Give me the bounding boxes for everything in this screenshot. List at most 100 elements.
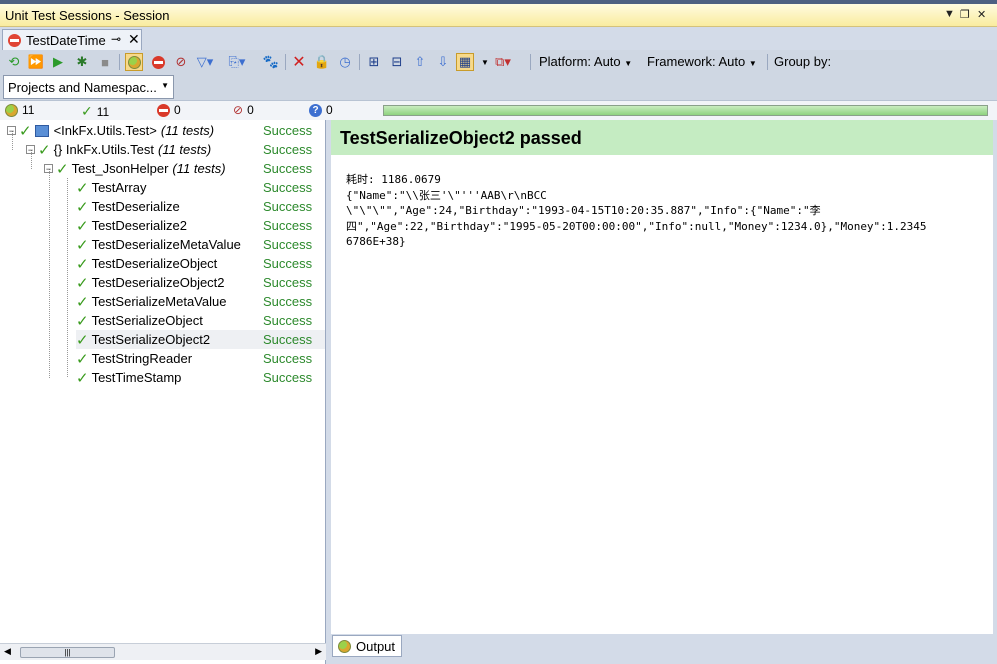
next-icon[interactable]: ⇩: [434, 53, 452, 71]
check-icon: ✓: [76, 350, 89, 368]
status-text: Success: [263, 332, 313, 347]
check-icon: ✓: [19, 122, 32, 140]
remove-icon[interactable]: ✕: [290, 53, 308, 71]
scroll-right-icon[interactable]: ▶: [315, 646, 322, 657]
stop-status-icon: [8, 34, 21, 47]
total-count[interactable]: 11: [5, 103, 34, 117]
status-text: Success: [263, 180, 313, 195]
clock-icon[interactable]: ◷: [336, 53, 354, 71]
tree-row-namespace[interactable]: − ✓ {} InkFx.Utils.Test (11 tests): [26, 140, 211, 159]
ignored-count[interactable]: ⊘ 0: [233, 103, 254, 117]
refresh-icon[interactable]: ⟲: [5, 53, 23, 71]
tree-row-test[interactable]: ✓ TestSerializeMetaValue: [76, 292, 226, 311]
check-icon: ✓: [76, 369, 89, 387]
status-text: Success: [263, 123, 313, 138]
layout-icon[interactable]: ▦: [456, 53, 474, 71]
failed-value: 0: [174, 103, 181, 117]
result-header: TestSerializeObject2 passed: [331, 120, 993, 155]
tree-row-test[interactable]: ✓ TestDeserialize: [76, 197, 180, 216]
collapse-icon[interactable]: −: [7, 126, 16, 136]
check-icon: ✓: [76, 179, 89, 197]
stop-icon[interactable]: ■: [96, 53, 114, 71]
show-all-icon[interactable]: [125, 53, 143, 71]
unknown-value: 0: [326, 103, 333, 117]
tree-row-class[interactable]: − ✓ Test_JsonHelper (11 tests): [44, 159, 226, 178]
tree-label: TestDeserializeMetaValue: [91, 237, 241, 252]
output-icon: [338, 640, 351, 653]
tree-row-test[interactable]: ✓ TestStringReader: [76, 349, 192, 368]
check-icon: ✓: [56, 160, 69, 178]
output-tab-bar: Output: [331, 634, 993, 660]
tree-row-test[interactable]: ✓ TestArray: [76, 178, 146, 197]
window-menu-icon[interactable]: ▼: [944, 8, 955, 20]
check-icon: ✓: [76, 293, 89, 311]
toolbar-separator: [285, 54, 286, 70]
tree-row-test[interactable]: ✓ TestDeserialize2: [76, 216, 187, 235]
horizontal-scrollbar[interactable]: ◀ ||| ▶: [0, 643, 326, 660]
export-icon[interactable]: ⎘▾: [228, 53, 246, 71]
group-by-combobox[interactable]: Projects and Namespac... ▼: [3, 75, 174, 99]
failed-icon: [157, 103, 170, 117]
scroll-left-icon[interactable]: ◀: [4, 646, 11, 657]
passed-count[interactable]: ✓ 11: [81, 103, 109, 120]
expand-all-icon[interactable]: ⊞: [365, 53, 383, 71]
tree-label: TestArray: [91, 180, 147, 195]
lock-icon[interactable]: 🔒: [313, 53, 331, 71]
tree-label: TestDeserialize: [91, 199, 180, 214]
check-icon: ✓: [76, 274, 89, 292]
tree-line: [49, 169, 50, 378]
run-icon[interactable]: ▶: [49, 53, 67, 71]
check-icon: ✓: [81, 103, 93, 119]
output-tab[interactable]: Output: [332, 635, 402, 657]
status-text: Success: [263, 351, 313, 366]
output-line: 四","Age":22,"Birthday":"1995-05-20T00:00…: [346, 219, 927, 233]
filter-icon[interactable]: ▽▾: [196, 53, 214, 71]
collapse-icon[interactable]: −: [26, 145, 35, 155]
platform-label: Platform: Auto: [539, 54, 621, 69]
framework-label: Framework: Auto: [647, 54, 746, 69]
tree-label: TestDeserializeObject: [91, 256, 218, 271]
tree-row-test[interactable]: ✓ TestSerializeObject: [76, 311, 203, 330]
unknown-count[interactable]: ? 0: [309, 103, 333, 117]
unit-test-sessions-window: Unit Test Sessions - Session ▼ ❐ ✕ TestD…: [0, 0, 997, 664]
tree-row-test[interactable]: ✓ TestDeserializeObject2: [76, 273, 225, 292]
toolbar-separator: [530, 54, 531, 70]
test-tree-pane: − ✓ <InkFx.Utils.Test> (11 tests) Succes…: [0, 120, 326, 664]
pin-icon[interactable]: ⊸: [111, 32, 121, 46]
result-pane: TestSerializeObject2 passed 耗时: 1186.067…: [331, 120, 993, 634]
tree-row-test[interactable]: ✓ TestTimeStamp: [76, 368, 181, 387]
output-tab-label: Output: [356, 639, 396, 654]
previous-icon[interactable]: ⇧: [411, 53, 429, 71]
tree-row-test[interactable]: ✓ TestDeserializeObject: [76, 254, 217, 273]
close-tab-icon[interactable]: ✕: [128, 31, 140, 48]
ignored-value: 0: [247, 103, 254, 117]
tree-sub: (11 tests): [160, 123, 215, 138]
framework-dropdown[interactable]: Framework: Auto ▼: [647, 54, 757, 69]
platform-dropdown[interactable]: Platform: Auto ▼: [539, 54, 632, 69]
restore-icon[interactable]: ❐: [960, 8, 970, 21]
options-icon[interactable]: ⧉▾: [494, 53, 512, 71]
failed-count[interactable]: 0: [157, 103, 181, 117]
tree-sub: (11 tests): [172, 161, 226, 176]
show-ignored-icon[interactable]: ⊘: [172, 53, 190, 71]
close-window-icon[interactable]: ✕: [977, 8, 986, 21]
run-all-icon[interactable]: ⏩: [27, 53, 45, 71]
tab-testdatetime[interactable]: TestDateTime ⊸ ✕: [2, 29, 142, 50]
group-by-row: Projects and Namespac... ▼: [0, 74, 997, 100]
progress-bar: [383, 105, 988, 116]
collapse-icon[interactable]: −: [44, 164, 53, 174]
output-line: 6786E+38}: [346, 235, 406, 248]
tree-row-project[interactable]: − ✓ <InkFx.Utils.Test> (11 tests): [7, 121, 214, 140]
tree-label: {} InkFx.Utils.Test: [53, 142, 154, 157]
scrollbar-thumb[interactable]: |||: [20, 647, 115, 658]
status-text: Success: [263, 256, 313, 271]
tree-row-test[interactable]: ✓ TestDeserializeMetaValue: [76, 235, 241, 254]
show-failed-icon[interactable]: [149, 53, 167, 71]
layout-dropdown-icon[interactable]: ▼: [476, 53, 494, 71]
tracking-icon[interactable]: 🐾: [262, 53, 280, 71]
total-value: 11: [22, 103, 35, 117]
status-text: Success: [263, 218, 313, 233]
output-line: {"Name":"\\张三'\"'''AAB\r\nBCC: [346, 188, 547, 202]
debug-icon[interactable]: ✱: [73, 53, 91, 71]
collapse-all-icon[interactable]: ⊟: [388, 53, 406, 71]
